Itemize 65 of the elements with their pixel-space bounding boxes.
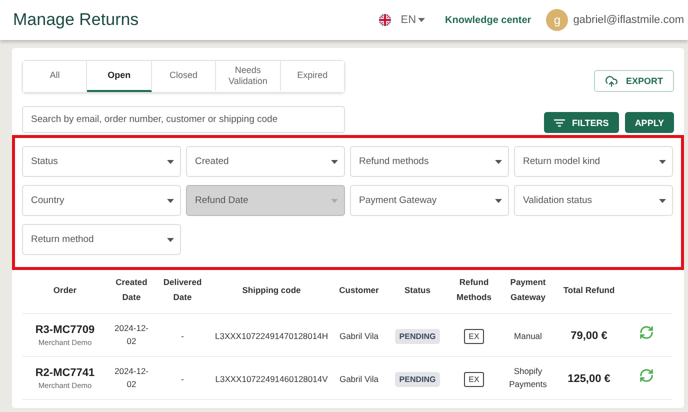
column-header: Customer: [333, 272, 385, 314]
filter-dropdown[interactable]: Refund methods: [350, 146, 509, 177]
status-tab[interactable]: Needs Validation: [216, 61, 281, 92]
user-email: gabriel@iflastmile.com: [573, 14, 684, 26]
created-date: 2024-12-02: [113, 322, 150, 348]
status-tab[interactable]: Closed: [152, 61, 216, 92]
delivered-date: -: [181, 373, 184, 386]
payment-gateway: Manual: [513, 330, 543, 343]
caret-icon: [495, 198, 502, 202]
caret-icon: [331, 198, 338, 202]
filter-dropdown[interactable]: Created: [186, 146, 345, 177]
customer-name: Gabril Vila: [339, 373, 379, 386]
order-number[interactable]: R2-MC7741: [24, 366, 106, 378]
shipping-code: L3XXX10722491460128014V: [215, 373, 328, 386]
customer-name: Gabril Vila: [339, 330, 379, 343]
filter-dropdown[interactable]: Country: [22, 185, 181, 216]
flag-icon: [378, 14, 391, 26]
caret-icon: [495, 160, 502, 164]
column-header: Delivered Date: [155, 272, 210, 314]
order-number[interactable]: R3-MC7709: [24, 324, 106, 336]
language-selector[interactable]: EN: [400, 14, 426, 26]
filter-dropdown[interactable]: Return method: [22, 224, 181, 255]
filter-dropdown[interactable]: Validation status: [514, 185, 673, 216]
status-tab[interactable]: Open: [87, 61, 152, 92]
delivered-date: -: [181, 330, 184, 343]
total-refund: 79,00 €: [570, 330, 608, 342]
refresh-icon: [638, 368, 654, 383]
status-tab[interactable]: Expired: [280, 61, 344, 92]
filter-icon: [554, 118, 565, 126]
refund-method-tag: EX: [464, 329, 484, 344]
total-refund: 125,00 €: [568, 373, 610, 385]
apply-button[interactable]: APPLY: [624, 112, 674, 133]
caret-icon: [167, 160, 174, 164]
search-field[interactable]: Search by email, order number, customer or shipping code: [22, 106, 345, 133]
cloud-upload-icon: [604, 74, 618, 88]
caret-icon: [167, 198, 174, 202]
column-header: Created Date: [108, 272, 155, 314]
caret-icon: [659, 160, 666, 164]
status-badge: PENDING: [395, 372, 440, 387]
refund-button[interactable]: [638, 368, 654, 383]
caret-icon: [167, 238, 174, 242]
column-header: Status: [385, 272, 450, 314]
filters-button[interactable]: FILTERS: [544, 112, 619, 133]
column-header: Order: [22, 272, 108, 314]
column-header: Refund Methods: [450, 272, 498, 314]
column-header: Shipping code: [210, 272, 333, 314]
column-header: Payment Gateway: [498, 272, 558, 314]
payment-gateway: Shopify Payments: [508, 364, 548, 390]
filter-dropdown[interactable]: Return model kind: [514, 146, 673, 177]
knowledge-center-link[interactable]: Knowledge center: [445, 14, 532, 26]
caret-icon: [418, 18, 426, 22]
created-date: 2024-12-02: [113, 364, 150, 390]
status-tab[interactable]: All: [23, 61, 88, 92]
caret-icon: [331, 160, 338, 164]
refund-method-tag: EX: [464, 372, 484, 387]
refresh-icon: [638, 325, 654, 340]
page-title: Manage Returns: [13, 10, 140, 30]
filter-dropdown[interactable]: Status: [22, 146, 181, 177]
shipping-code: L3XXX10722491470128014H: [215, 330, 328, 343]
status-badge: PENDING: [395, 329, 440, 344]
export-button[interactable]: EXPORT: [594, 70, 674, 92]
caret-icon: [659, 198, 666, 202]
refund-button[interactable]: [638, 325, 654, 340]
filter-dropdown[interactable]: Payment Gateway: [350, 185, 509, 216]
column-header: Total Refund: [558, 272, 620, 314]
